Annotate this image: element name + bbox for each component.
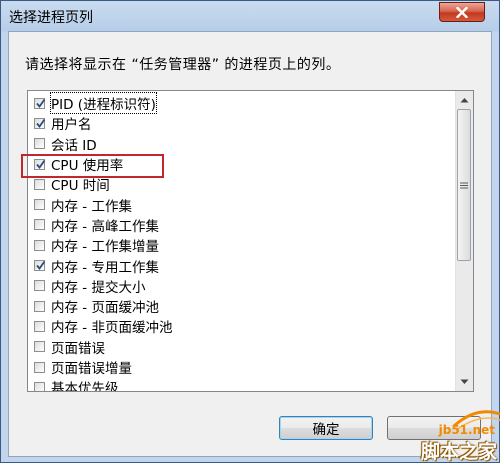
- scroll-up-icon: [460, 98, 469, 103]
- column-list-item-label: 页面错误: [51, 340, 105, 357]
- column-list-item[interactable]: 用户名: [28, 113, 456, 133]
- checkbox-unchecked[interactable]: [34, 219, 45, 231]
- column-list-item-label: 会话 ID: [51, 137, 97, 154]
- column-list-item-label: 内存 - 工作集: [51, 198, 132, 215]
- dialog-client-area: 请选择将显示在 “任务管理器” 的进程页上的列。 PID (进程标识符) 用户名会…: [8, 31, 492, 457]
- scroll-down-button[interactable]: [457, 374, 472, 390]
- checkbox-unchecked[interactable]: [34, 280, 45, 292]
- column-list-item[interactable]: 内存 - 提交大小: [28, 276, 456, 296]
- ok-button[interactable]: 确定: [279, 416, 373, 440]
- column-list-item[interactable]: 页面错误: [28, 337, 456, 357]
- column-list-item[interactable]: 会话 ID: [28, 134, 456, 154]
- checkbox-checked[interactable]: [34, 117, 46, 129]
- scroll-down-icon: [460, 379, 469, 384]
- column-list[interactable]: PID (进程标识符) 用户名 会话 ID CPU 使用率 CPU 时间 内存 - 工作集…: [27, 90, 474, 392]
- checkbox-unchecked[interactable]: [34, 239, 45, 251]
- checkbox-unchecked[interactable]: [34, 178, 45, 190]
- close-button[interactable]: [439, 2, 485, 22]
- column-list-item-label: PID (进程标识符): [50, 92, 157, 115]
- column-list-item[interactable]: 内存 - 非页面缓冲池: [28, 316, 456, 336]
- checkbox-unchecked[interactable]: [34, 361, 45, 373]
- watermark-url: jb51.net: [438, 423, 495, 437]
- column-list-item[interactable]: 内存 - 工作集: [28, 194, 456, 215]
- column-list-item[interactable]: 内存 - 高峰工作集: [28, 215, 456, 235]
- prompt-text: 请选择将显示在 “任务管理器” 的进程页上的列。: [25, 57, 341, 73]
- column-list-item-label: 内存 - 非页面缓冲池: [51, 320, 173, 337]
- checkbox-unchecked[interactable]: [34, 341, 45, 353]
- column-list-item-label: 基本优先级: [51, 381, 119, 392]
- column-list-item[interactable]: 内存 - 专用工作集: [28, 255, 456, 276]
- checkbox-unchecked[interactable]: [34, 381, 45, 391]
- dialog-window: 选择进程页列 请选择将显示在 “任务管理器” 的进程页上的列。 PID (进程标…: [0, 0, 500, 463]
- scroll-up-button[interactable]: [457, 92, 472, 108]
- grip-icon: [460, 182, 468, 188]
- checkbox-unchecked[interactable]: [34, 138, 45, 150]
- checkmark-icon: [36, 118, 46, 128]
- window-title: 选择进程页列: [9, 10, 93, 26]
- site-watermark: jb51.net 脚本之家: [396, 404, 500, 464]
- title-bar[interactable]: 选择进程页列: [1, 1, 499, 31]
- column-list-items: PID (进程标识符) 用户名 会话 ID CPU 使用率 CPU 时间 内存 - 工作集…: [28, 92, 456, 392]
- watermark-name: 脚本之家: [420, 441, 497, 463]
- close-icon: [456, 6, 468, 18]
- scroll-thumb[interactable]: [457, 109, 471, 261]
- column-list-item[interactable]: 基本优先级: [28, 377, 456, 392]
- column-list-item[interactable]: 内存 - 页面缓冲池: [28, 296, 456, 316]
- checkmark-icon: [36, 260, 46, 270]
- checkbox-unchecked[interactable]: [34, 199, 45, 211]
- checkbox-checked[interactable]: [34, 260, 46, 272]
- column-list-item-label: 内存 - 提交大小: [51, 279, 146, 296]
- checkbox-checked[interactable]: [34, 97, 46, 109]
- checkmark-icon: [36, 98, 46, 108]
- column-list-item[interactable]: 内存 - 工作集增量: [28, 235, 456, 255]
- column-list-item-label: 内存 - 专用工作集: [51, 259, 159, 276]
- column-list-item-label: 内存 - 高峰工作集: [51, 218, 159, 235]
- column-list-item[interactable]: PID (进程标识符): [28, 92, 456, 115]
- column-list-item[interactable]: 页面错误增量: [28, 357, 456, 377]
- vertical-scrollbar[interactable]: [455, 91, 473, 391]
- checkbox-unchecked[interactable]: [34, 320, 45, 332]
- checkbox-unchecked[interactable]: [34, 300, 45, 312]
- highlight-annotation-box: [21, 154, 164, 178]
- column-list-item-label: 用户名: [51, 117, 92, 134]
- column-list-item-label: 内存 - 页面缓冲池: [51, 300, 159, 317]
- column-list-item-label: 内存 - 工作集增量: [51, 239, 159, 256]
- column-list-item-label: 页面错误增量: [51, 361, 132, 377]
